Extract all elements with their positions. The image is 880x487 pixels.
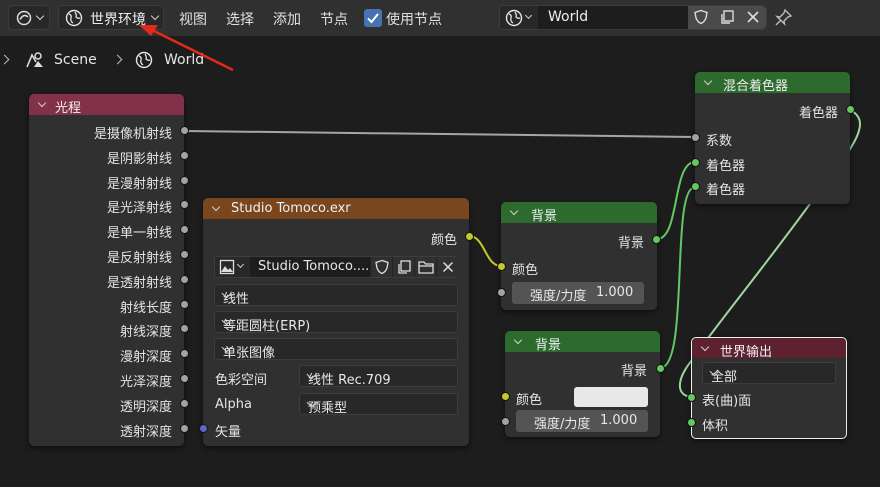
annotation-arrow-shaft xyxy=(153,29,234,72)
annotation-arrow xyxy=(139,25,234,72)
